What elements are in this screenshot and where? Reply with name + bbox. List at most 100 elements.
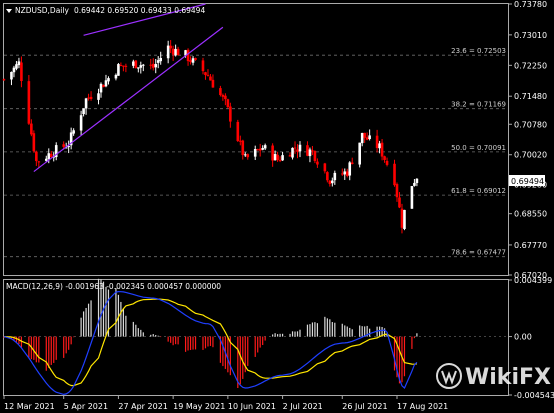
macd-histogram-bar (344, 325, 346, 337)
candle-body (139, 65, 143, 68)
macd-histogram-bar (45, 336, 47, 371)
candle-body (151, 63, 155, 68)
candle-body (288, 155, 292, 157)
candle-body (395, 184, 399, 198)
macd-histogram-bar (142, 332, 144, 337)
candle-body (30, 123, 33, 135)
candle-body (102, 84, 105, 88)
macd-histogram-bar (341, 323, 343, 337)
candle-body (258, 148, 262, 151)
candle-body (343, 171, 347, 175)
main-panel-frame (3, 3, 509, 276)
candle-body (44, 158, 48, 161)
macd-histogram-bar (227, 336, 229, 373)
macd-histogram-bar (291, 331, 294, 337)
candle-body (360, 132, 364, 144)
candle-body (365, 137, 369, 140)
candle-body (169, 45, 172, 49)
time-tick-label: 12 Mar 2021 (4, 402, 55, 411)
candle-body (186, 49, 190, 62)
macd-histogram-bar (105, 286, 107, 337)
macd-histogram-bar (122, 308, 124, 337)
macd-histogram-bar (416, 333, 418, 337)
macd-histogram-bar (189, 336, 192, 351)
macd-histogram-bar (346, 326, 348, 337)
macd-histogram-bar (296, 331, 299, 337)
price-tick-label: 0.68550 (514, 210, 547, 219)
candle-body (82, 108, 85, 115)
candle-body (209, 76, 212, 81)
candle-body (331, 180, 334, 184)
macd-histogram-bar (222, 336, 224, 367)
macd-histogram-bar (314, 322, 316, 337)
candle-body (410, 186, 414, 209)
candle-body (117, 64, 120, 76)
price-tick-label: 0.72250 (514, 61, 547, 70)
candle-body (415, 178, 419, 183)
candle-body (296, 149, 299, 152)
candle-body (256, 149, 260, 151)
macd-histogram-bar (334, 322, 336, 337)
candle-body (306, 145, 309, 156)
macd-histogram-bar (281, 333, 284, 337)
macd-histogram-bar (155, 334, 157, 337)
candle-body (340, 173, 344, 175)
macd-histogram-bar (259, 336, 261, 348)
macd-histogram-bar (277, 334, 279, 337)
macd-histogram-bar (411, 336, 413, 349)
macd-histogram-bar (50, 336, 52, 365)
macd-histogram-bar (254, 336, 256, 357)
candle-body (323, 163, 327, 172)
macd-histogram-bar (403, 336, 406, 377)
macd-histogram-bar (150, 334, 152, 337)
price-tick-label: 0.73010 (514, 31, 547, 40)
candle-body (211, 79, 215, 88)
candle-body (403, 209, 406, 229)
macd-histogram-bar (157, 335, 159, 337)
price-tick-label: 0.73780 (514, 0, 547, 9)
candle-body (134, 60, 138, 69)
macd-histogram-bar (73, 336, 75, 338)
macd-histogram-bar (177, 336, 179, 345)
macd-header: MACD(12,26,9) -0.001963 -0.002345 0.0004… (6, 282, 221, 291)
candle-body (224, 95, 227, 100)
macd-histogram-bar (140, 329, 142, 337)
macd-histogram-bar (239, 336, 241, 385)
macd-histogram-bar (172, 336, 174, 346)
macd-histogram-bar (264, 336, 266, 341)
candle-body (298, 144, 302, 152)
macd-tick-label: 0.004399 (514, 276, 552, 285)
candle-body (238, 140, 242, 142)
watermark-text: WikiFX (465, 365, 551, 390)
candle-body (229, 106, 232, 122)
macd-histogram-bar (311, 322, 314, 337)
candle-body (204, 72, 207, 76)
candle-body (263, 145, 267, 149)
macd-histogram-bar (279, 333, 281, 337)
candle-body (156, 60, 160, 63)
macd-tick-label: 0.00 (514, 333, 532, 342)
macd-histogram-bar (35, 336, 37, 363)
macd-histogram-bar (87, 303, 90, 337)
time-tick-label: 10 Jun 2021 (228, 402, 276, 411)
macd-histogram-bar (160, 336, 162, 338)
candle-body (104, 80, 108, 87)
macd-histogram-bar (115, 288, 117, 337)
macd-histogram-bar (120, 301, 122, 337)
candle-body (313, 151, 317, 161)
time-tick-label: 2 Jul 2021 (283, 402, 323, 411)
candle-body (348, 162, 352, 176)
candle-body (271, 145, 274, 161)
macd-histogram-bar (68, 336, 70, 350)
time-tick-label: 5 Apr 2021 (64, 402, 108, 411)
macd-histogram-bar (137, 328, 139, 337)
candle-body (398, 197, 401, 208)
candle-body (27, 81, 31, 124)
candle-body (311, 150, 314, 152)
candle-body (281, 155, 284, 161)
candle-body (368, 135, 371, 140)
fib-level-label: 50.0 = 0.70091 (451, 144, 506, 152)
candle-body (221, 95, 225, 97)
chart-area: 23.6 = 0.72503 38.2 = 0.71169 50.0 = 0.700… (2, 0, 554, 411)
macd-histogram-bar (125, 315, 127, 337)
